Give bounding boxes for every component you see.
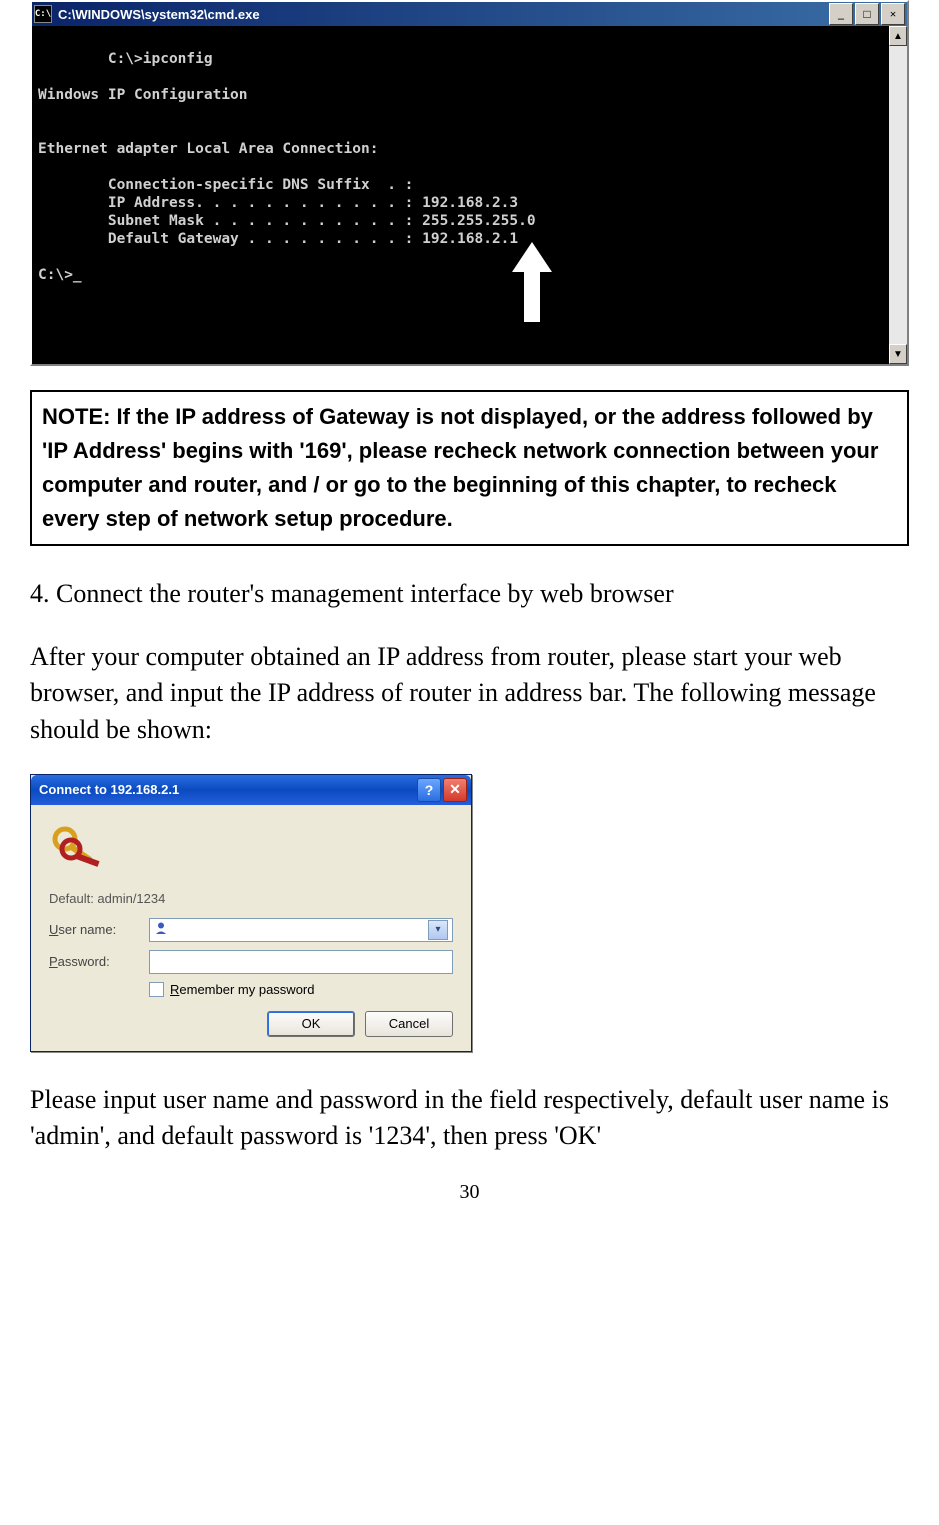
cmd-titlebar: C:\ C:\WINDOWS\system32\cmd.exe _ □ ×	[32, 2, 907, 26]
dialog-close-button[interactable]: ✕	[443, 778, 467, 802]
dialog-titlebar: Connect to 192.168.2.1 ? ✕	[31, 775, 471, 805]
realm-label: Default: admin/1234	[49, 891, 453, 906]
keys-icon	[49, 823, 109, 873]
user-icon	[154, 921, 168, 938]
chevron-down-icon[interactable]: ▾	[428, 920, 448, 940]
password-field[interactable]	[149, 950, 453, 974]
cmd-window-icon: C:\	[34, 5, 52, 23]
checkbox-icon	[149, 982, 164, 997]
cmd-title: C:\WINDOWS\system32\cmd.exe	[58, 7, 829, 22]
password-label: Password:	[49, 954, 149, 969]
after-text: Please input user name and password in t…	[30, 1082, 909, 1155]
remember-checkbox[interactable]: Remember my password	[149, 982, 453, 997]
username-label: User name:	[49, 922, 149, 937]
cmd-scrollbar[interactable]: ▲ ▼	[889, 26, 907, 364]
arrow-up-icon	[512, 206, 599, 358]
cmd-window: C:\ C:\WINDOWS\system32\cmd.exe _ □ × C:…	[30, 0, 909, 366]
step-title: 4. Connect the router's management inter…	[30, 576, 909, 612]
scroll-down-icon[interactable]: ▼	[889, 344, 907, 364]
page-number: 30	[30, 1181, 909, 1204]
maximize-button[interactable]: □	[855, 3, 879, 25]
ok-button[interactable]: OK	[267, 1011, 355, 1037]
close-button[interactable]: ×	[881, 3, 905, 25]
note-box: NOTE: If the IP address of Gateway is no…	[30, 390, 909, 546]
cancel-button[interactable]: Cancel	[365, 1011, 453, 1037]
username-field[interactable]: ▾	[149, 918, 453, 942]
scroll-track[interactable]	[889, 46, 907, 344]
help-button[interactable]: ?	[417, 778, 441, 802]
scroll-up-icon[interactable]: ▲	[889, 26, 907, 46]
step-body: After your computer obtained an IP addre…	[30, 639, 909, 748]
cmd-console-output: C:\>ipconfig Windows IP Configuration Et…	[32, 26, 889, 364]
dialog-title: Connect to 192.168.2.1	[39, 782, 415, 797]
auth-dialog: Connect to 192.168.2.1 ? ✕ Default: admi…	[30, 774, 472, 1052]
minimize-button[interactable]: _	[829, 3, 853, 25]
